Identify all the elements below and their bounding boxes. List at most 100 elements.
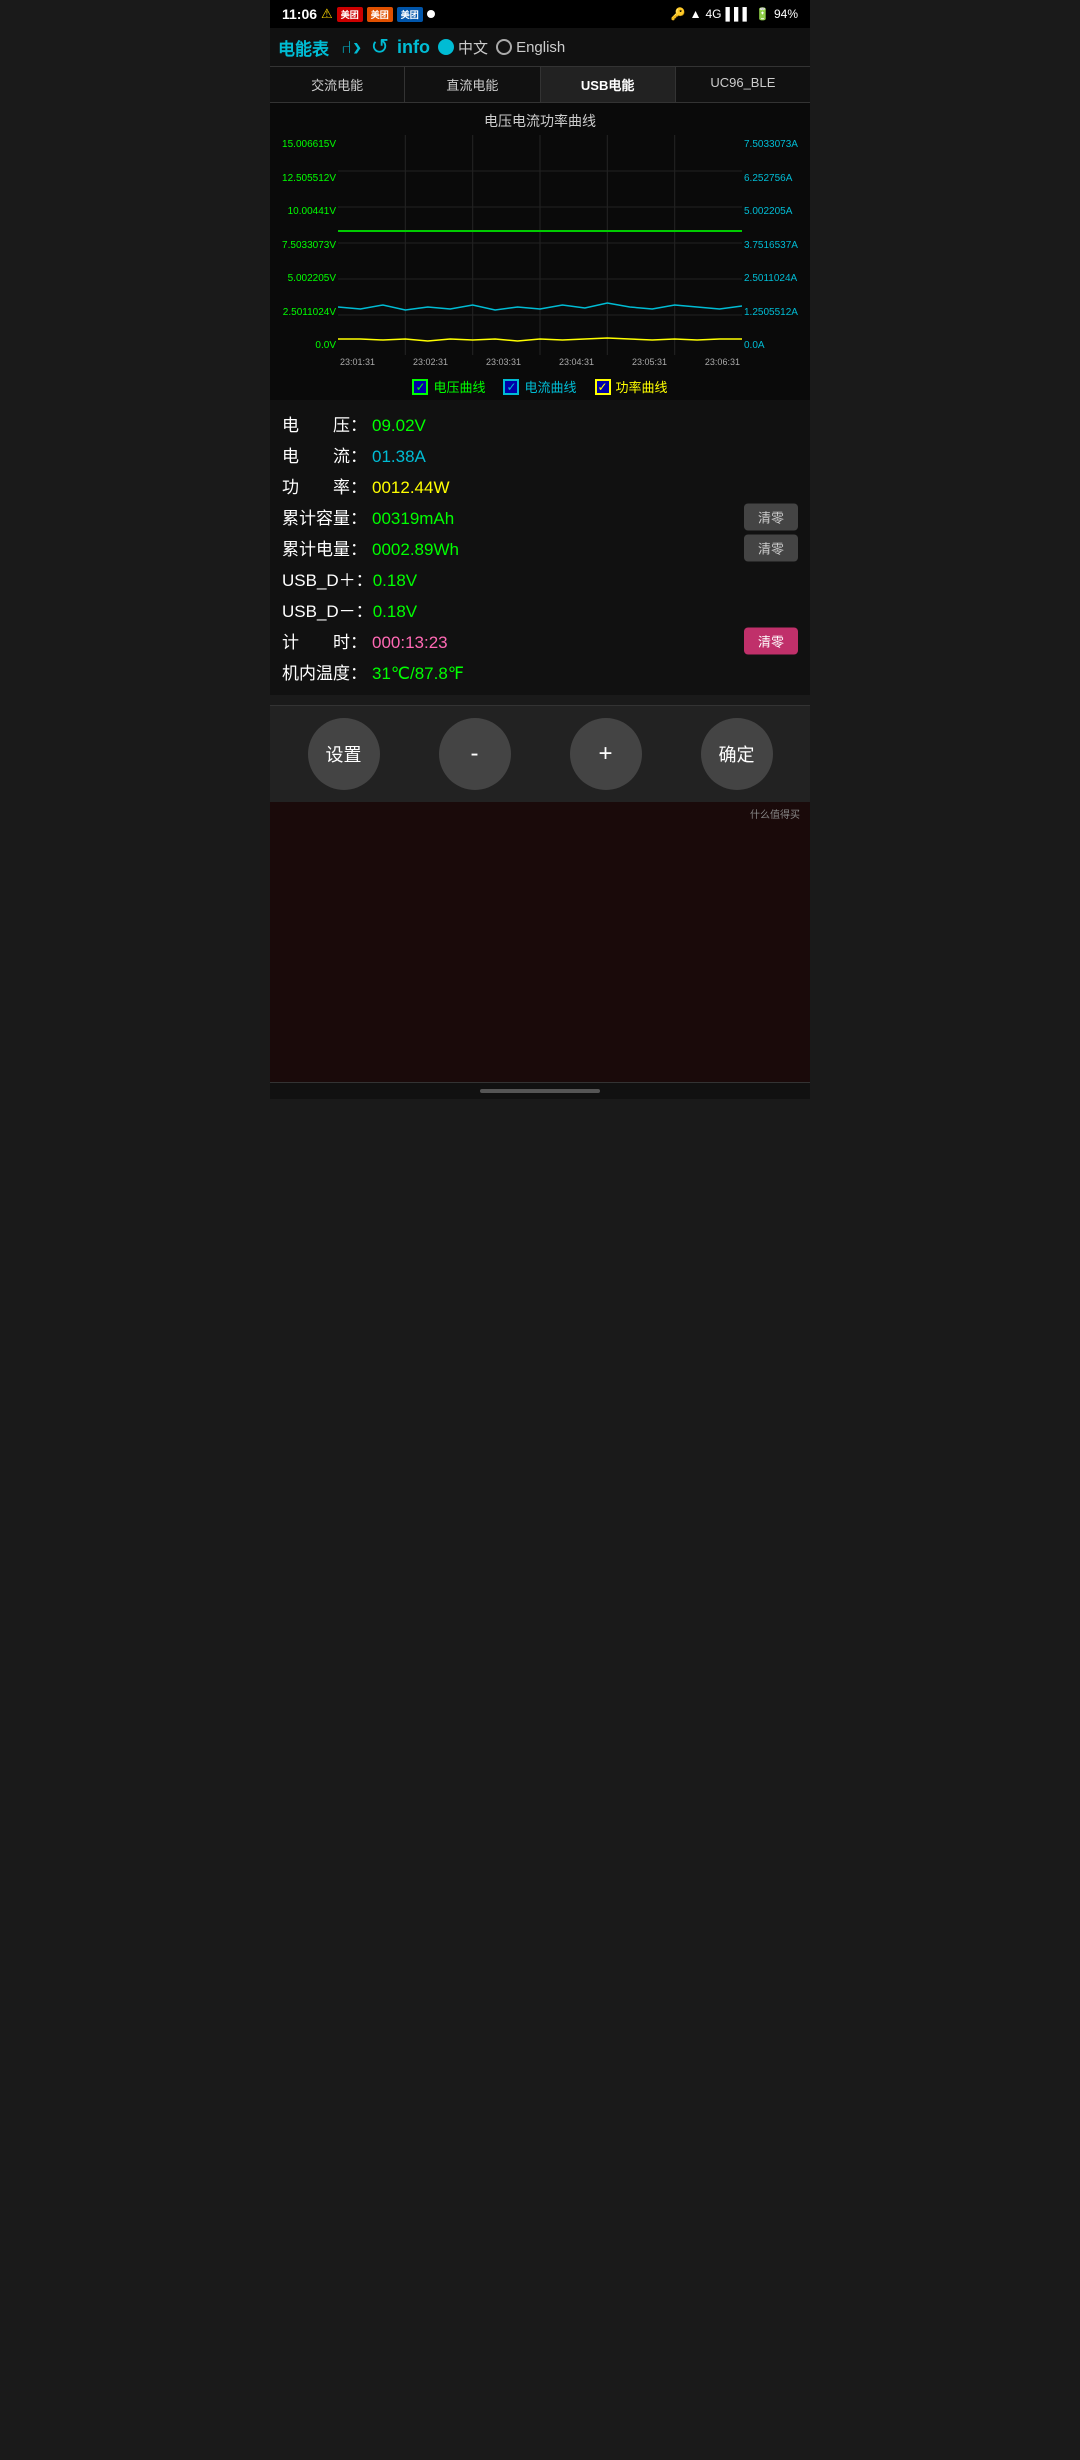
status-time: 11:06 xyxy=(282,6,317,22)
bluetooth-icon: ⑁❯ xyxy=(341,37,363,58)
current-value: 01.38A xyxy=(372,447,426,467)
y-left-5: 2.5011024V xyxy=(272,307,336,318)
footer-area: 什么值得买 xyxy=(270,802,810,1082)
chart-svg xyxy=(338,135,742,355)
x-3: 23:04:31 xyxy=(559,357,594,367)
x-2: 23:03:31 xyxy=(486,357,521,367)
usb-d-minus-row: USB_D－： 0.18V xyxy=(282,594,798,625)
x-5: 23:06:31 xyxy=(705,357,740,367)
capacity-value: 00319mAh xyxy=(372,509,454,529)
chart-area: 15.006615V 12.505512V 10.00441V 7.503307… xyxy=(270,135,810,355)
voltage-value: 09.02V xyxy=(372,416,426,436)
plus-button[interactable]: + xyxy=(570,718,642,790)
wifi-icon: ▲ xyxy=(690,7,702,21)
confirm-button[interactable]: 确定 xyxy=(701,718,773,790)
y-right-2: 5.002205A xyxy=(744,206,808,217)
watermark: 什么值得买 xyxy=(270,802,810,825)
y-right-3: 3.7516537A xyxy=(744,240,808,251)
capacity-row: 累计容量： 00319mAh 清零 xyxy=(282,501,798,532)
x-0: 23:01:31 xyxy=(340,357,375,367)
current-legend-label: 电流曲线 xyxy=(524,377,576,396)
power-row: 功 率： 0012.44W xyxy=(282,470,798,501)
y-right-4: 2.5011024A xyxy=(744,273,808,284)
notif-dot xyxy=(427,10,435,18)
settings-button[interactable]: 设置 xyxy=(308,718,380,790)
lang-cn-option[interactable]: 中文 xyxy=(438,37,488,58)
legend-voltage[interactable]: ✓ 电压曲线 xyxy=(412,377,485,396)
legend-power[interactable]: ✓ 功率曲线 xyxy=(595,377,668,396)
usb-d-plus-row: USB_D＋： 0.18V xyxy=(282,563,798,594)
chip-banner1: 美团 xyxy=(337,7,363,22)
clear-time-button[interactable]: 清零 xyxy=(744,627,798,654)
chart-legend: ✓ 电压曲线 ✓ 电流曲线 ✓ 功率曲线 xyxy=(270,371,810,400)
warning-icon: ⚠ xyxy=(321,6,333,22)
y-axis-right: 7.5033073A 6.252756A 5.002205A 3.7516537… xyxy=(742,135,810,355)
time-value: 000:13:23 xyxy=(372,633,448,653)
y-axis-left: 15.006615V 12.505512V 10.00441V 7.503307… xyxy=(270,135,338,355)
lang-en-radio[interactable] xyxy=(496,39,512,55)
app-title: 电能表 xyxy=(278,35,329,60)
y-left-0: 15.006615V xyxy=(272,139,336,150)
signal-icon: ▌▌▌ xyxy=(726,7,752,21)
usb-d-plus-label: USB_D＋： xyxy=(282,566,373,591)
y-right-5: 1.2505512A xyxy=(744,307,808,318)
lang-cn-label: 中文 xyxy=(458,37,488,58)
lang-en-option[interactable]: English xyxy=(496,39,565,56)
power-legend-label: 功率曲线 xyxy=(616,377,668,396)
y-right-0: 7.5033073A xyxy=(744,139,808,150)
nav-line xyxy=(480,1089,600,1093)
tab-usb[interactable]: USB电能 xyxy=(541,67,676,102)
voltage-checkbox[interactable]: ✓ xyxy=(412,379,428,395)
y-left-4: 5.002205V xyxy=(272,273,336,284)
lang-en-label: English xyxy=(516,39,565,56)
x-axis: 23:01:31 23:02:31 23:03:31 23:04:31 23:0… xyxy=(270,355,810,367)
usb-d-plus-value: 0.18V xyxy=(373,571,417,591)
clear-energy-button[interactable]: 清零 xyxy=(744,534,798,561)
network-type: 4G xyxy=(705,7,721,21)
time-label: 计 时： xyxy=(282,628,372,653)
current-label: 电 流： xyxy=(282,442,372,467)
info-label: info xyxy=(397,37,430,58)
bottom-bar: 设置 - + 确定 xyxy=(270,705,810,802)
tab-dc[interactable]: 直流电能 xyxy=(405,67,540,102)
legend-current[interactable]: ✓ 电流曲线 xyxy=(503,377,576,396)
battery-percent: 94% xyxy=(774,7,798,21)
chart-title: 电压电流功率曲线 xyxy=(270,107,810,135)
temp-row: 机内温度： 31℃/87.8℉ xyxy=(282,656,798,687)
voltage-row: 电 压： 09.02V xyxy=(282,408,798,439)
lock-icon: 🔑 xyxy=(671,7,686,21)
chip-banner2: 美团 xyxy=(367,7,393,22)
voltage-legend-label: 电压曲线 xyxy=(433,377,485,396)
refresh-icon[interactable]: ↺ xyxy=(371,34,389,60)
y-right-6: 0.0A xyxy=(744,340,808,351)
clear-capacity-button[interactable]: 清零 xyxy=(744,503,798,530)
battery-icon: 🔋 xyxy=(755,7,770,21)
nav-bar xyxy=(270,1082,810,1099)
tab-ble[interactable]: UC96_BLE xyxy=(676,67,810,102)
header: 电能表 ⑁❯ ↺ info 中文 English xyxy=(270,28,810,67)
y-left-3: 7.5033073V xyxy=(272,240,336,251)
tab-bar: 交流电能 直流电能 USB电能 UC96_BLE xyxy=(270,67,810,103)
x-1: 23:02:31 xyxy=(413,357,448,367)
chip-banner3: 美团 xyxy=(397,7,423,22)
status-left: 11:06 ⚠ 美团 美团 美团 xyxy=(282,6,435,22)
y-right-1: 6.252756A xyxy=(744,173,808,184)
usb-d-minus-label: USB_D－： xyxy=(282,597,373,622)
y-left-6: 0.0V xyxy=(272,340,336,351)
capacity-label: 累计容量： xyxy=(282,504,372,529)
chart-container: 电压电流功率曲线 15.006615V 12.505512V 10.00441V… xyxy=(270,103,810,371)
current-row: 电 流： 01.38A xyxy=(282,439,798,470)
power-checkbox[interactable]: ✓ xyxy=(595,379,611,395)
tab-ac[interactable]: 交流电能 xyxy=(270,67,405,102)
energy-row: 累计电量： 0002.89Wh 清零 xyxy=(282,532,798,563)
y-left-1: 12.505512V xyxy=(272,173,336,184)
minus-button[interactable]: - xyxy=(439,718,511,790)
usb-d-minus-value: 0.18V xyxy=(373,602,417,622)
power-label: 功 率： xyxy=(282,473,372,498)
status-right: 🔑 ▲ 4G ▌▌▌ 🔋 94% xyxy=(671,7,798,21)
current-checkbox[interactable]: ✓ xyxy=(503,379,519,395)
lang-cn-radio[interactable] xyxy=(438,39,454,55)
voltage-label: 电 压： xyxy=(282,411,372,436)
x-4: 23:05:31 xyxy=(632,357,667,367)
temp-value: 31℃/87.8℉ xyxy=(372,664,464,684)
